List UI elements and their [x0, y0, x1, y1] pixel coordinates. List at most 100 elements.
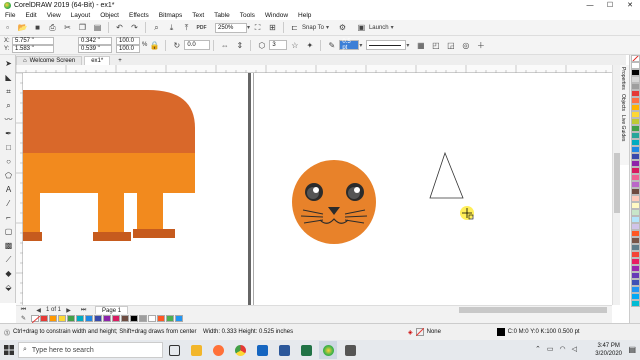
document-palette-swatch[interactable] — [112, 315, 120, 322]
to-back-icon[interactable]: ◲ — [445, 40, 456, 51]
convert-to-curves-icon[interactable]: ◎ — [460, 40, 471, 51]
paste-icon[interactable]: ▤ — [92, 22, 103, 33]
width-input[interactable]: 0.342 " — [78, 37, 112, 45]
horizontal-scroll-thumb[interactable] — [459, 307, 607, 313]
chevron-down-icon[interactable]: ▾ — [391, 24, 394, 31]
document-palette-swatch[interactable] — [58, 315, 66, 322]
launch-dropdown[interactable]: Launch — [369, 25, 389, 31]
polygon-tool-icon[interactable]: ⬠ — [3, 170, 14, 181]
palette-swatch[interactable] — [631, 69, 640, 76]
palette-swatch[interactable] — [631, 125, 640, 132]
palette-swatch[interactable] — [631, 237, 640, 244]
animal-foot[interactable] — [23, 232, 42, 241]
maximize-button[interactable]: ☐ — [600, 0, 620, 10]
docker-tab-live-guides[interactable]: Live Guides — [620, 113, 626, 143]
x-position-input[interactable]: 5.757 " — [12, 37, 54, 45]
palette-swatch[interactable] — [631, 118, 640, 125]
menu-edit[interactable]: Edit — [20, 12, 41, 19]
palette-swatch[interactable] — [631, 132, 640, 139]
menu-tools[interactable]: Tools — [235, 12, 260, 19]
vertical-ruler[interactable] — [16, 72, 23, 305]
menu-table[interactable]: Table — [209, 12, 235, 19]
store-icon[interactable] — [253, 341, 271, 359]
outline-width-input[interactable]: 0.5 pt — [339, 39, 360, 51]
redo-icon[interactable]: ↷ — [129, 22, 140, 33]
word-icon[interactable] — [275, 341, 293, 359]
no-color-swatch[interactable] — [31, 315, 40, 323]
smart-fill-tool-icon[interactable]: ⬙ — [3, 282, 14, 293]
zoom-level-field[interactable]: 250% — [215, 22, 247, 33]
color-eyedropper-tool-icon[interactable]: ⟋ — [3, 254, 14, 265]
artistic-media-tool-icon[interactable]: ✒ — [3, 128, 14, 139]
height-input[interactable]: 0.539 " — [78, 45, 112, 53]
connector-tool-icon[interactable]: ⌐ — [3, 212, 14, 223]
document-palette-swatch[interactable] — [175, 315, 183, 322]
full-screen-icon[interactable]: ⛶ — [252, 22, 263, 33]
palette-swatch[interactable] — [631, 90, 640, 97]
rectangle-tool-icon[interactable]: □ — [3, 142, 14, 153]
chevron-down-icon[interactable]: ▾ — [406, 42, 409, 49]
page-tab-1[interactable]: Page 1 — [95, 306, 129, 314]
pick-tool-icon[interactable]: ➤ — [3, 58, 14, 69]
palette-swatch[interactable] — [631, 160, 640, 167]
outline-swatch[interactable] — [496, 328, 505, 336]
palette-swatch[interactable] — [631, 251, 640, 258]
import-icon[interactable]: ⤓ — [166, 22, 177, 33]
palette-swatch[interactable] — [631, 167, 640, 174]
mirror-horizontal-icon[interactable]: ⇔ — [219, 40, 230, 51]
notifications-icon[interactable]: ▤ — [628, 345, 636, 354]
new-tab-button[interactable]: + — [112, 56, 128, 65]
palette-swatch[interactable] — [631, 153, 640, 160]
line-style-select[interactable] — [366, 40, 407, 50]
menu-view[interactable]: View — [42, 12, 66, 19]
rotation-angle-input[interactable]: 0.0 — [184, 40, 211, 50]
palette-swatch[interactable] — [631, 286, 640, 293]
task-view-icon[interactable] — [165, 341, 183, 359]
triangle-shape[interactable] — [429, 151, 464, 199]
search-content-icon[interactable]: ⌕ — [151, 22, 162, 33]
firefox-icon[interactable] — [209, 341, 227, 359]
palette-swatch[interactable] — [631, 195, 640, 202]
palette-swatch[interactable] — [631, 76, 640, 83]
docker-tab-objects[interactable]: Objects — [620, 92, 626, 113]
palette-swatch[interactable] — [631, 272, 640, 279]
chevron-down-icon[interactable]: ▾ — [359, 42, 362, 49]
mirror-vertical-icon[interactable]: ⇕ — [234, 40, 245, 51]
palette-swatch[interactable] — [631, 181, 640, 188]
palette-swatch[interactable] — [631, 62, 640, 69]
zoom-tool-icon[interactable]: ⌕ — [3, 100, 14, 111]
text-tool-icon[interactable]: A — [3, 184, 14, 195]
export-icon[interactable]: ⤒ — [181, 22, 192, 33]
file-explorer-icon[interactable] — [187, 341, 205, 359]
coreldraw-taskbar-icon[interactable] — [319, 341, 337, 359]
menu-window[interactable]: Window — [260, 12, 293, 19]
palette-swatch[interactable] — [631, 223, 640, 230]
undo-icon[interactable]: ↶ — [114, 22, 125, 33]
palette-swatch[interactable] — [631, 188, 640, 195]
animal-leg[interactable] — [137, 188, 163, 231]
lock-ratio-icon[interactable]: 🔒 — [149, 40, 160, 51]
palette-swatch[interactable] — [631, 230, 640, 237]
chevron-up-icon[interactable]: ⌃ — [535, 345, 541, 353]
minimize-button[interactable]: — — [580, 0, 600, 10]
volume-icon[interactable]: ◁ — [572, 345, 577, 353]
document-palette-swatch[interactable] — [76, 315, 84, 322]
document-palette-swatch[interactable] — [49, 315, 57, 322]
palette-swatch[interactable] — [631, 202, 640, 209]
copy-icon[interactable]: ❐ — [77, 22, 88, 33]
palette-swatch[interactable] — [631, 279, 640, 286]
animal-leg[interactable] — [23, 188, 40, 236]
tab-ex1[interactable]: ex1* — [84, 56, 111, 65]
vertical-scrollbar[interactable] — [612, 65, 620, 305]
horizontal-ruler[interactable] — [15, 65, 612, 73]
document-palette-swatch[interactable] — [85, 315, 93, 322]
export-pdf-icon[interactable]: PDF — [196, 22, 207, 33]
rulers-icon[interactable]: ⊞ — [267, 22, 278, 33]
options-gear-icon[interactable]: ⚙ — [337, 22, 348, 33]
interactive-fill-tool-icon[interactable]: ◆ — [3, 268, 14, 279]
no-color-swatch[interactable] — [631, 55, 640, 62]
crop-tool-icon[interactable]: ⌗ — [3, 86, 14, 97]
palette-swatch[interactable] — [631, 216, 640, 223]
print-icon[interactable]: ⎙ — [47, 22, 58, 33]
transparency-tool-icon[interactable]: ▩ — [3, 240, 14, 251]
